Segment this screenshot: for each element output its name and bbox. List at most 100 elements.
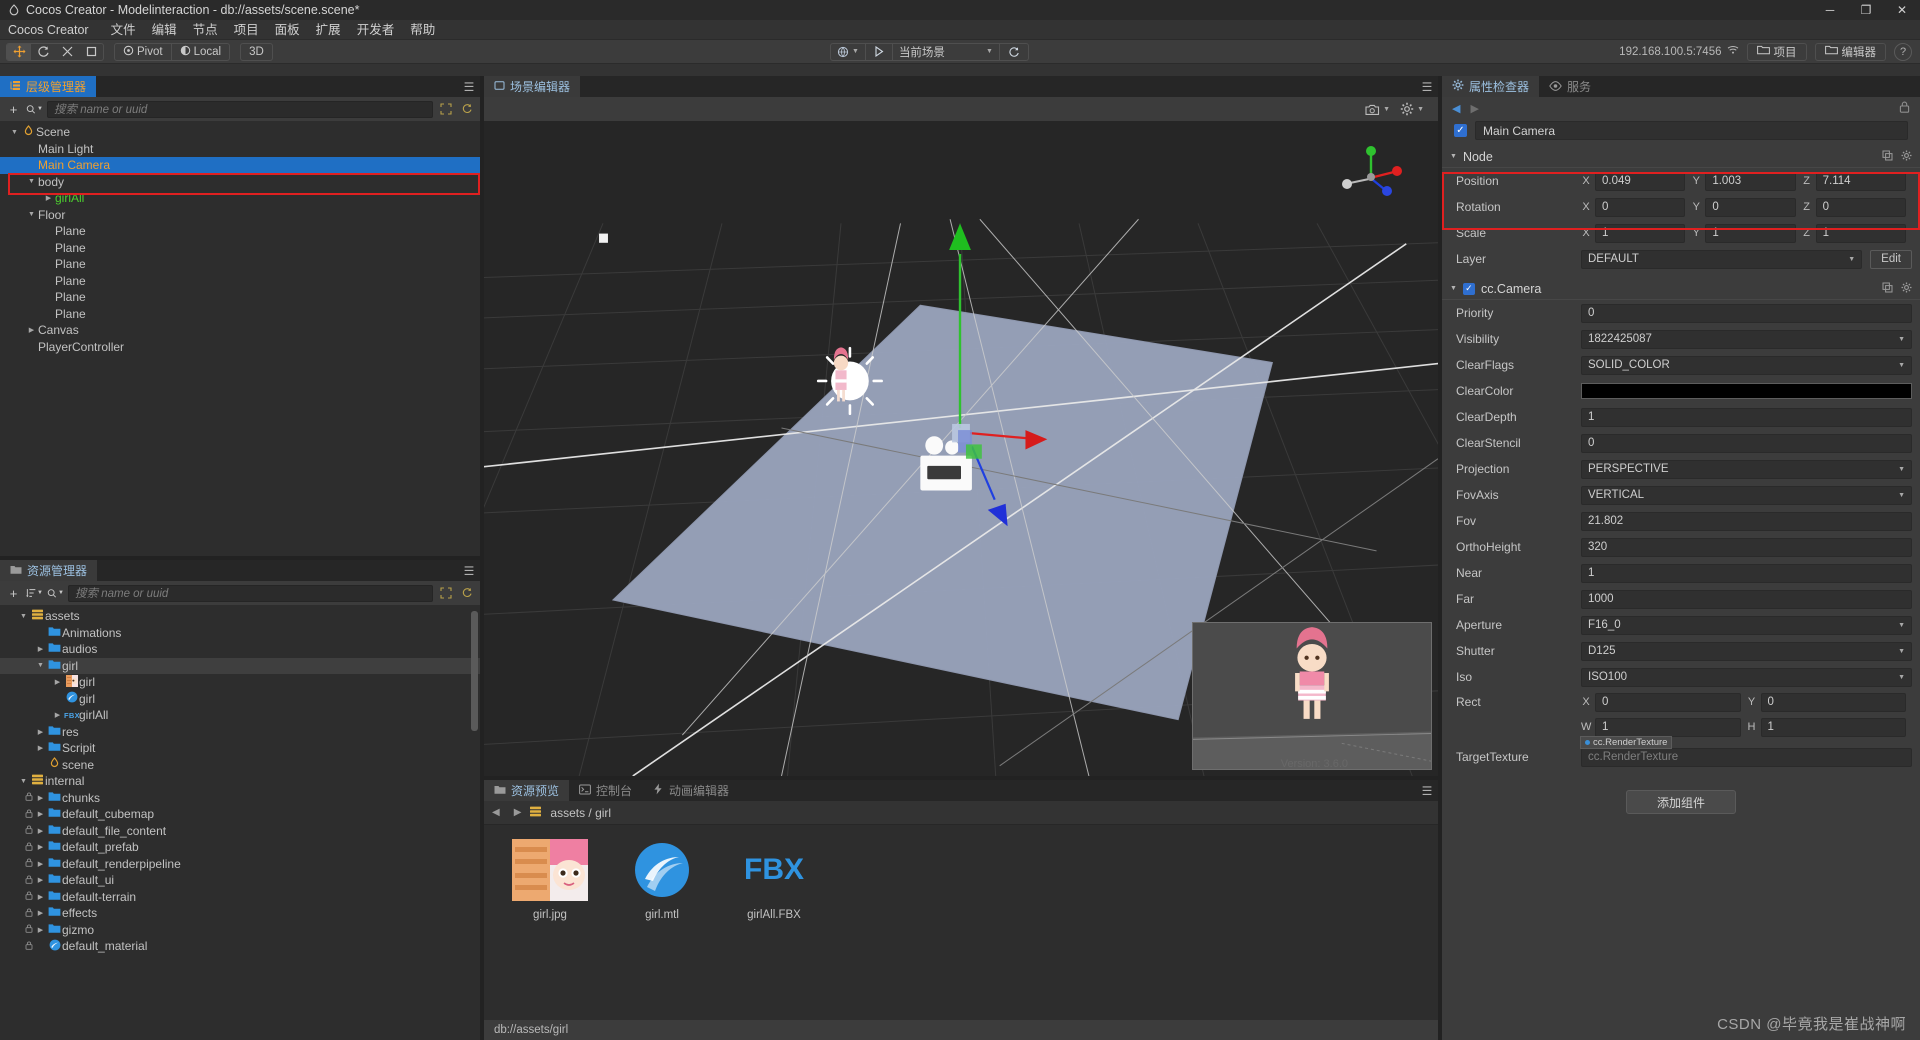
add-asset-button[interactable]: + (5, 585, 22, 602)
assets-search-filter-icon[interactable]: ▼ (47, 585, 64, 602)
chevron-right-icon[interactable]: ▶ (34, 843, 47, 851)
project-settings-button[interactable]: 项目 (1746, 42, 1807, 61)
node-gear-icon[interactable] (1901, 150, 1912, 164)
chevron-right-icon[interactable]: ▶ (34, 926, 47, 934)
assets-panel-menu-icon[interactable]: ☰ (458, 560, 480, 581)
rect-x-input[interactable]: 0 (1595, 692, 1741, 712)
camera-property-input[interactable]: 0 (1581, 303, 1912, 323)
rotation-y-input[interactable]: 0 (1705, 197, 1796, 217)
add-component-button[interactable]: 添加组件 (1626, 790, 1736, 814)
camera-property-input[interactable]: VERTICAL ▼ (1581, 485, 1912, 505)
chevron-right-icon[interactable]: ▶ (51, 678, 64, 686)
menu-item-panel[interactable]: 面板 (267, 20, 308, 40)
assets-sync-icon[interactable] (458, 585, 475, 602)
chevron-right-icon[interactable]: ▶ (51, 711, 64, 719)
breadcrumb-path[interactable]: assets / girl (550, 806, 611, 820)
tree-item[interactable]: ▶ girl (0, 674, 480, 691)
tree-item[interactable]: ▼ body (0, 174, 480, 191)
tree-item[interactable]: Plane (0, 289, 480, 306)
hierarchy-search-input[interactable]: 搜索 name or uuid (47, 100, 433, 118)
close-button[interactable]: ✕ (1884, 0, 1920, 20)
camera-property-input[interactable]: 1 (1581, 407, 1912, 427)
assets-search-input[interactable]: 搜索 name or uuid (68, 584, 433, 602)
scene-viewport[interactable]: Version: 3.6.0 (484, 121, 1438, 776)
scale-y-input[interactable]: 1 (1705, 223, 1796, 243)
tree-item[interactable]: ▶ default_cubemap (0, 806, 480, 823)
sync-icon[interactable] (458, 101, 475, 118)
camera-gear-icon[interactable] (1901, 282, 1912, 296)
scale-tool-icon[interactable] (55, 44, 79, 60)
tree-item[interactable]: Plane (0, 306, 480, 323)
chevron-right-icon[interactable]: ▶ (42, 194, 55, 202)
node-copy-icon[interactable] (1882, 150, 1893, 164)
move-tool-icon[interactable] (7, 43, 31, 60)
menu-item-file[interactable]: 文件 (103, 20, 144, 40)
tree-item[interactable]: ▶ default-terrain (0, 889, 480, 906)
inspector-content[interactable]: ▼ Node Position X 0.049 Y 1.003 Z 7.114 … (1442, 146, 1920, 1040)
tab-inspector[interactable]: 属性检查器 (1442, 76, 1540, 97)
menu-item-developer[interactable]: 开发者 (349, 20, 403, 40)
scene-camera-button[interactable]: ▼ (1365, 103, 1390, 116)
tree-item[interactable]: default_material (0, 938, 480, 955)
assets-tree[interactable]: ▼ assets Animations ▶ audios ▼ girl ▶ girl girl ▶ F… (0, 605, 480, 1040)
play-button[interactable] (864, 42, 892, 61)
tree-item[interactable]: ▶ Scripit (0, 740, 480, 757)
menu-item-edit[interactable]: 编辑 (144, 20, 185, 40)
tree-item[interactable]: ▼ Scene (0, 124, 480, 141)
maximize-button[interactable]: ❐ (1848, 0, 1884, 20)
refresh-button[interactable] (1000, 43, 1028, 61)
chevron-right-icon[interactable]: ▶ (34, 893, 47, 901)
chevron-down-icon[interactable]: ▼ (8, 129, 21, 136)
tree-item[interactable]: ▶ default_renderpipeline (0, 856, 480, 873)
asset-item[interactable]: girl.jpg (502, 839, 598, 1006)
search-filter-icon[interactable]: ▼ (26, 101, 43, 118)
chevron-right-icon[interactable]: ▶ (34, 645, 47, 653)
tree-item[interactable]: scene (0, 757, 480, 774)
rotation-z-input[interactable]: 0 (1815, 197, 1906, 217)
chevron-right-icon[interactable]: ▶ (34, 794, 47, 802)
tree-item[interactable]: ▶ default_file_content (0, 823, 480, 840)
inspector-lock-icon[interactable] (1899, 101, 1910, 116)
tree-item[interactable]: ▶ audios (0, 641, 480, 658)
tree-item[interactable]: girl (0, 691, 480, 708)
asset-item[interactable]: girl.mtl (614, 839, 710, 1006)
tree-item[interactable]: Plane (0, 240, 480, 257)
node-name-input[interactable]: Main Camera (1475, 121, 1908, 140)
tab-console[interactable]: 控制台 (569, 780, 643, 801)
tab-animation-editor[interactable]: 动画编辑器 (642, 780, 740, 801)
axis-gizmo[interactable] (1336, 139, 1406, 209)
expand-all-icon[interactable] (437, 101, 454, 118)
chevron-right-icon[interactable]: ▶ (34, 744, 47, 752)
node-section-header[interactable]: ▼ Node (1442, 146, 1920, 168)
hierarchy-tree[interactable]: ▼ Scene Main Light Main Camera ▼ body ▶ girlAll… (0, 121, 480, 556)
camera-property-input[interactable]: 1822425087 ▼ (1581, 329, 1912, 349)
tree-item[interactable]: ▶ res (0, 724, 480, 741)
scale-x-input[interactable]: 1 (1595, 223, 1686, 243)
menu-item-help[interactable]: 帮助 (402, 20, 443, 40)
node-enabled-checkbox[interactable]: ✓ (1454, 124, 1467, 137)
rect-w-input[interactable]: 1 (1595, 717, 1741, 737)
tree-item[interactable]: PlayerController (0, 339, 480, 356)
tab-assets[interactable]: 资源管理器 (0, 560, 98, 581)
tree-item[interactable]: ▶ Canvas (0, 322, 480, 339)
camera-property-input[interactable]: ISO100 ▼ (1581, 667, 1912, 687)
rect-y-input[interactable]: 0 (1760, 692, 1906, 712)
tree-item[interactable]: ▼ internal (0, 773, 480, 790)
chevron-down-icon[interactable]: ▼ (1450, 285, 1457, 292)
rotation-x-input[interactable]: 0 (1595, 197, 1686, 217)
chevron-down-icon[interactable]: ▼ (1450, 153, 1457, 160)
tree-item[interactable]: ▶ default_ui (0, 872, 480, 889)
menu-item-node[interactable]: 节点 (185, 20, 226, 40)
scale-z-input[interactable]: 1 (1815, 223, 1906, 243)
tree-item[interactable]: ▼ girl (0, 657, 480, 674)
tree-item[interactable]: ▶ girlAll (0, 190, 480, 207)
tree-item[interactable]: ▶ chunks (0, 790, 480, 807)
layer-edit-button[interactable]: Edit (1870, 249, 1912, 269)
camera-property-input[interactable]: PERSPECTIVE ▼ (1581, 459, 1912, 479)
chevron-right-icon[interactable]: ▶ (34, 860, 47, 868)
tree-item[interactable]: Main Camera (0, 157, 480, 174)
camera-component-header[interactable]: ▼ ✓ cc.Camera (1442, 278, 1920, 300)
pivot-toggle[interactable]: Pivot (115, 44, 171, 60)
layer-select[interactable]: DEFAULT ▼ (1581, 249, 1863, 269)
chevron-down-icon[interactable]: ▼ (17, 778, 30, 785)
